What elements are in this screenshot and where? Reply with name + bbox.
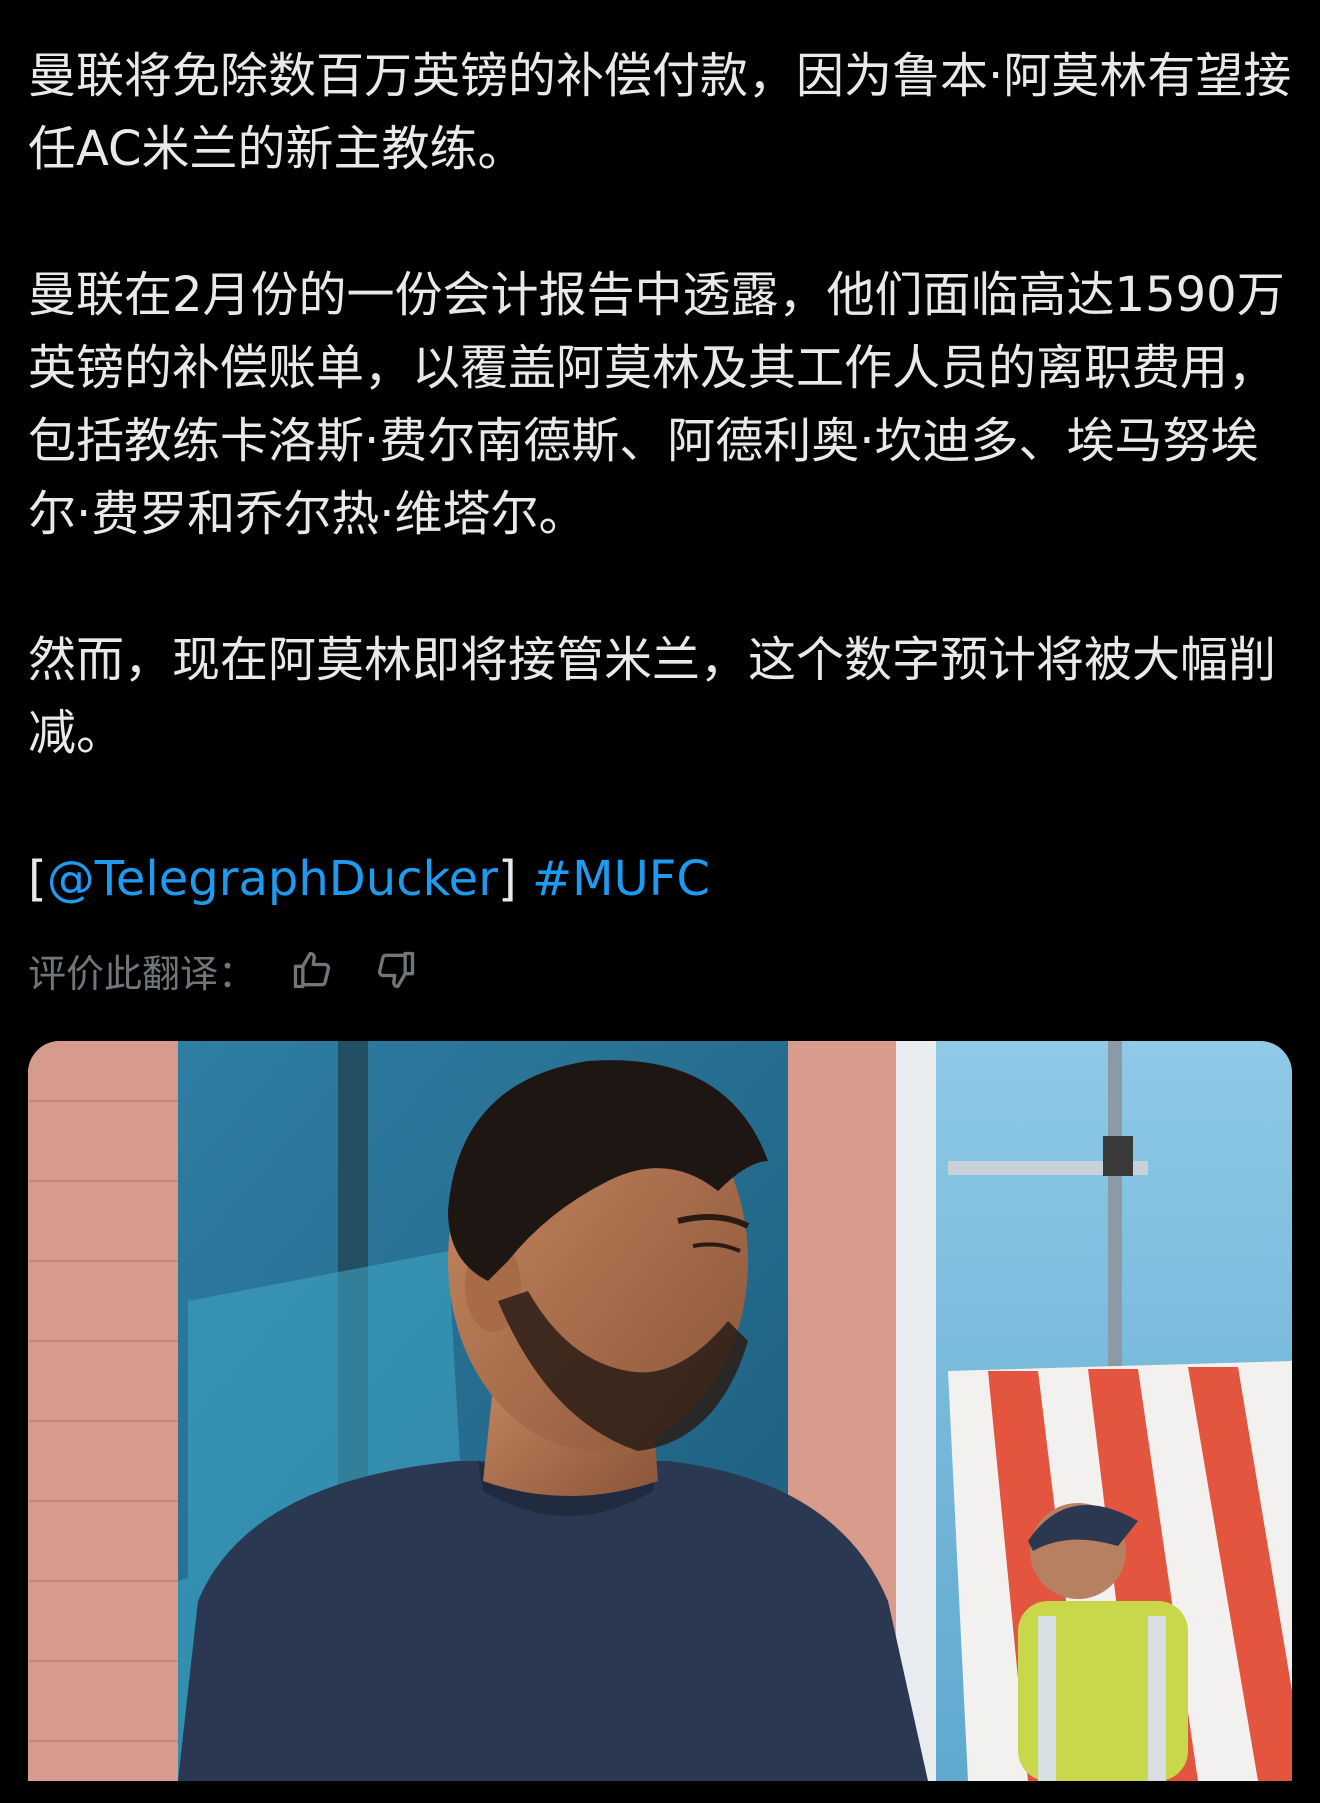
- thumbs-down-icon: [377, 951, 415, 989]
- mention-link[interactable]: @TelegraphDucker: [47, 851, 498, 907]
- thumbs-up-button[interactable]: [284, 942, 340, 998]
- tweet-paragraph-2: 曼联在2月份的一份会计报告中透露，他们面临高达1590万英镑的补偿账单，以覆盖阿…: [28, 267, 1285, 542]
- bracket-close: ]: [497, 851, 517, 907]
- hashtag-link[interactable]: #MUFC: [532, 851, 710, 907]
- translation-rating: 评价此翻译：: [28, 940, 424, 1000]
- translation-rating-label: 评价此翻译：: [28, 951, 257, 996]
- tweet-text: 曼联将免除数百万英镑的补偿付款，因为鲁本·阿莫林有望接任AC米兰的新主教练。 曼…: [28, 40, 1296, 916]
- thumbs-down-button[interactable]: [368, 942, 424, 998]
- tweet-photo[interactable]: [28, 1041, 1292, 1781]
- photo-illustration: [28, 1041, 1292, 1781]
- tweet-paragraph-1: 曼联将免除数百万英镑的补偿付款，因为鲁本·阿莫林有望接任AC米兰的新主教练。: [28, 48, 1292, 177]
- tweet-paragraph-3: 然而，现在阿莫林即将接管米兰，这个数字预计将被大幅削减。: [28, 632, 1277, 761]
- bracket-open: [: [28, 851, 47, 907]
- tweet-links-line: [@TelegraphDucker] #MUFC: [28, 843, 1296, 916]
- thumbs-up-icon: [293, 951, 331, 989]
